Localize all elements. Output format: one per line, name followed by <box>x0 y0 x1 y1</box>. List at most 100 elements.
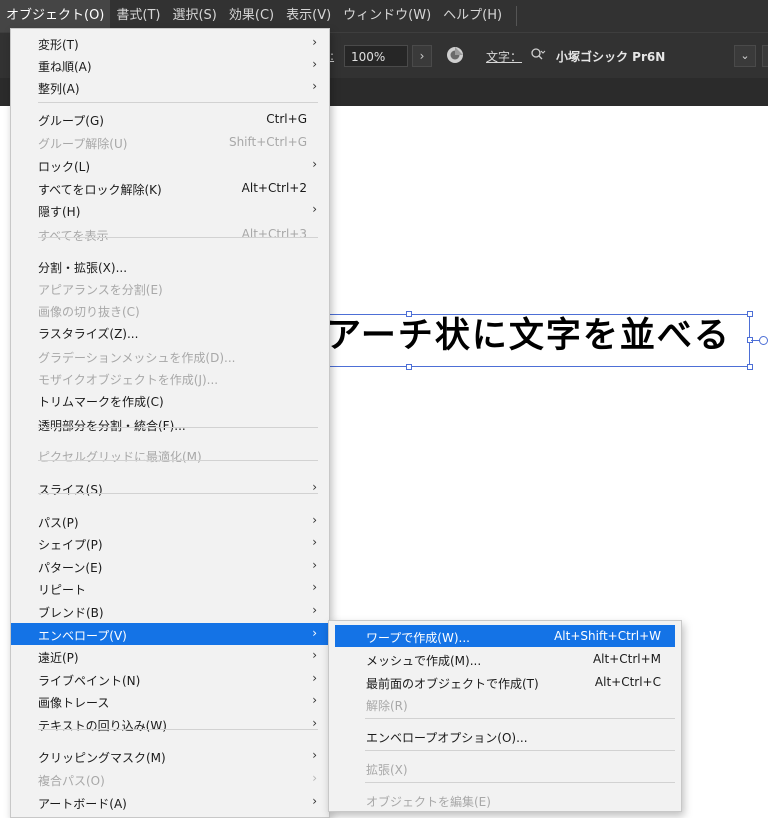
menu-item-shape[interactable]: シェイプ(P) › <box>11 532 329 554</box>
submenu-item-shortcut: Alt+Ctrl+C <box>594 675 661 689</box>
menu-help[interactable]: ヘルプ(H) <box>437 0 508 32</box>
submenu-arrow-icon: › <box>312 716 317 730</box>
submenu-item-make-with-mesh[interactable]: メッシュで作成(M)... Alt+Ctrl+M <box>335 648 675 670</box>
menu-item-image-trace[interactable]: 画像トレース › <box>11 690 329 712</box>
menu-item-compound-path: 複合パス(O) › <box>11 768 329 790</box>
menu-item-artboards[interactable]: アートボード(A) › <box>11 791 329 813</box>
menu-item-label: パス(P) <box>38 516 79 530</box>
submenu-arrow-icon: › <box>312 626 317 640</box>
menu-item-label: グラデーションメッシュを作成(D)... <box>38 351 236 365</box>
submenu-arrow-icon: › <box>312 748 317 762</box>
menu-item-pattern[interactable]: パターン(E) › <box>11 555 329 577</box>
menu-item-group[interactable]: グループ(G) Ctrl+G <box>11 108 329 130</box>
menu-item-label: すべてをロック解除(K) <box>38 183 162 197</box>
envelope-submenu: ワープで作成(W)... Alt+Shift+Ctrl+W メッシュで作成(M)..… <box>328 620 682 812</box>
menu-item-live-paint[interactable]: ライブペイント(N) › <box>11 668 329 690</box>
menu-item-clipping-mask[interactable]: クリッピングマスク(M) › <box>11 745 329 767</box>
menu-item-label: ラスタライズ(Z)... <box>38 327 139 341</box>
menu-item-path[interactable]: パス(P) › <box>11 510 329 532</box>
selection-handle[interactable] <box>747 364 753 370</box>
menu-item-label: パターン(E) <box>38 561 103 575</box>
menu-item-label: すべてを表示 <box>38 229 109 243</box>
menu-item-hide[interactable]: 隠す(H) › <box>11 199 329 221</box>
submenu-item-shortcut: Alt+Ctrl+M <box>592 652 661 666</box>
menu-item-label: 隠す(H) <box>38 205 81 219</box>
menu-item-label: 重ね順(A) <box>38 60 92 74</box>
menu-item-unlock-all[interactable]: すべてをロック解除(K) Alt+Ctrl+2 <box>11 177 329 199</box>
font-family-field[interactable]: 小塚ゴシック Pr6N <box>556 48 665 65</box>
menu-item-label: 整列(A) <box>38 82 80 96</box>
menu-item-blend[interactable]: ブレンド(B) › <box>11 600 329 622</box>
submenu-arrow-icon: › <box>312 202 317 216</box>
chevron-down-icon[interactable]: ⌄ <box>734 45 756 67</box>
menu-separator <box>365 782 675 783</box>
submenu-item-envelope-options[interactable]: エンベロープオプション(O)... <box>335 725 675 747</box>
menu-separator <box>38 237 318 238</box>
submenu-item-make-with-warp[interactable]: ワープで作成(W)... Alt+Shift+Ctrl+W <box>335 625 675 647</box>
artboard-text[interactable]: アーチ状に文字を並べる <box>326 314 731 358</box>
submenu-item-label: ワープで作成(W)... <box>366 631 470 645</box>
menu-item-crop-image: 画像の切り抜き(C) <box>11 299 329 321</box>
menu-item-create-trim-marks[interactable]: トリムマークを作成(C) <box>11 389 329 411</box>
type-anchor-point[interactable] <box>759 336 768 345</box>
menu-separator <box>38 729 318 730</box>
menu-item-envelope-distort[interactable]: エンベロープ(V) › <box>11 623 329 645</box>
menu-item-label: モザイクオブジェクトを作成(J)... <box>38 373 219 387</box>
submenu-item-make-with-top-object[interactable]: 最前面のオブジェクトで作成(T) Alt+Ctrl+C <box>335 671 675 693</box>
menu-separator <box>365 718 675 719</box>
menu-item-repeat[interactable]: リピート › <box>11 577 329 599</box>
submenu-item-label: エンベロープオプション(O)... <box>366 731 528 745</box>
menu-item-label: トリムマークを作成(C) <box>38 395 164 409</box>
menu-item-label: アピアランスを分割(E) <box>38 283 163 297</box>
recolor-artwork-icon[interactable] <box>446 46 464 64</box>
selection-handle[interactable] <box>406 364 412 370</box>
menu-item-label: ピクセルグリッドに最適化(M) <box>38 450 202 464</box>
menu-item-expand[interactable]: 分割・拡張(X)... <box>11 255 329 277</box>
menu-item-transform[interactable]: 変形(T) › <box>11 32 329 54</box>
submenu-arrow-icon: › <box>312 771 317 785</box>
menu-item-label: クリッピングマスク(M) <box>38 751 166 765</box>
menu-item-shortcut: Shift+Ctrl+G <box>228 135 307 149</box>
font-style-field[interactable] <box>762 45 768 67</box>
submenu-item-label: 解除(R) <box>366 699 408 713</box>
submenu-arrow-icon: › <box>312 157 317 171</box>
zoom-arrow-button[interactable]: › <box>412 45 432 67</box>
menu-item-ungroup: グループ解除(U) Shift+Ctrl+G <box>11 131 329 153</box>
menu-item-flatten-transparency[interactable]: 透明部分を分割・統合(F)... <box>11 413 329 435</box>
selection-handle[interactable] <box>747 311 753 317</box>
menu-item-slice[interactable]: スライス(S) › <box>11 477 329 499</box>
menu-item-label: 分割・拡張(X)... <box>38 261 128 275</box>
submenu-arrow-icon: › <box>312 794 317 808</box>
submenu-item-label: メッシュで作成(M)... <box>366 654 482 668</box>
menu-window[interactable]: ウィンドウ(W) <box>337 0 437 32</box>
menu-item-rasterize[interactable]: ラスタライズ(Z)... <box>11 321 329 343</box>
submenu-arrow-icon: › <box>312 57 317 71</box>
zoom-field[interactable]: 100% <box>344 45 408 67</box>
menu-separator <box>38 102 318 103</box>
menu-item-label: リピート <box>38 583 87 597</box>
submenu-arrow-icon: › <box>312 671 317 685</box>
submenu-arrow-icon: › <box>312 535 317 549</box>
menu-item-lock[interactable]: ロック(L) › <box>11 154 329 176</box>
menu-item-label: エンベロープ(V) <box>38 629 127 643</box>
menu-item-align[interactable]: 整列(A) › <box>11 76 329 98</box>
menu-item-label: 画像トレース <box>38 696 110 710</box>
submenu-item-expand: 拡張(X) <box>335 757 675 779</box>
menu-item-label: 遠近(P) <box>38 651 79 665</box>
menu-item-perspective[interactable]: 遠近(P) › <box>11 645 329 667</box>
menu-item-text-wrap[interactable]: テキストの回り込み(W) › <box>11 713 329 735</box>
menu-item-create-gradient-mesh: グラデーションメッシュを作成(D)... <box>11 345 329 367</box>
submenu-arrow-icon: › <box>312 513 317 527</box>
menu-item-label: グループ(G) <box>38 114 104 128</box>
menu-item-label: ライブペイント(N) <box>38 674 141 688</box>
submenu-item-label: 拡張(X) <box>366 763 408 777</box>
menu-item-show-all: すべてを表示 Alt+Ctrl+3 <box>11 223 329 245</box>
search-dropdown-icon[interactable] <box>530 47 546 63</box>
menu-item-arrange[interactable]: 重ね順(A) › <box>11 54 329 76</box>
submenu-item-label: 最前面のオブジェクトで作成(T) <box>366 677 539 691</box>
menu-item-label: 透明部分を分割・統合(F)... <box>38 419 186 433</box>
menubar-divider <box>516 6 518 26</box>
menu-item-label: 画像の切り抜き(C) <box>38 305 140 319</box>
menu-separator <box>38 460 318 461</box>
submenu-arrow-icon: › <box>312 558 317 572</box>
